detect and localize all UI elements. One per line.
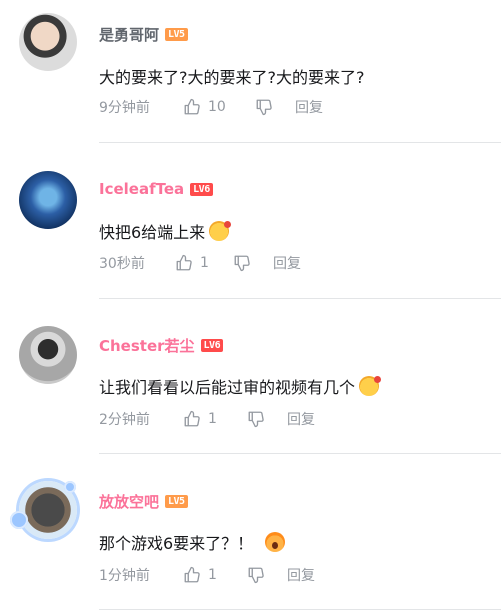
like-button[interactable]: 1 [183, 410, 247, 428]
comment-author[interactable]: 放放空吧 LV5 [99, 491, 188, 512]
username[interactable]: 是勇哥阿 [99, 24, 159, 45]
comment-time: 30秒前 [99, 256, 145, 272]
dislike-button[interactable] [247, 410, 287, 428]
thumbs-down-icon [255, 98, 273, 116]
level-badge: LV5 [165, 28, 188, 41]
reply-button[interactable]: 回复 [273, 253, 301, 273]
username[interactable]: IceleafTea [99, 180, 184, 198]
like-count: 1 [200, 255, 209, 271]
level-badge: LV5 [165, 495, 188, 508]
like-count: 10 [208, 99, 226, 115]
comment-meta: 2分钟前 1 回复 [99, 409, 315, 429]
comment-text: 那个游戏6要来了？！ [99, 530, 286, 554]
like-button[interactable]: 1 [183, 566, 247, 584]
shocked-emoji-icon [265, 532, 286, 552]
avatar[interactable] [19, 326, 77, 384]
thumbs-up-icon [183, 566, 201, 584]
like-button[interactable]: 10 [183, 98, 255, 116]
comment-text: 快把6给端上来 [99, 219, 232, 243]
comment-author[interactable]: IceleafTea LV6 [99, 180, 213, 198]
avatar-frame-decoration [10, 511, 28, 529]
comment-meta: 30秒前 1 回复 [99, 253, 301, 273]
like-button[interactable]: 1 [175, 254, 233, 272]
comment-meta: 9分钟前 10 回复 [99, 97, 323, 117]
level-badge: LV6 [190, 182, 213, 196]
dislike-button[interactable] [233, 254, 273, 272]
reply-button[interactable]: 回复 [295, 97, 323, 117]
divider [99, 453, 501, 454]
thumbs-down-icon [233, 254, 251, 272]
comment-text-content: 那个游戏6要来了？！ [99, 534, 254, 553]
comment-author[interactable]: Chester若尘 LV6 [99, 335, 224, 356]
comment-text: 让我们看看以后能过审的视频有几个 [99, 374, 382, 398]
thumbs-up-icon [183, 410, 201, 428]
thumbs-down-icon [247, 410, 265, 428]
comment-item: 是勇哥阿 LV5 大的要来了?大的要来了?大的要来了? 9分钟前 10 回复 [0, 0, 501, 143]
divider [99, 609, 501, 610]
comment-time: 9分钟前 [99, 100, 150, 116]
level-badge: LV6 [200, 339, 224, 352]
reply-button[interactable]: 回复 [287, 409, 315, 429]
comment-meta: 1分钟前 1 回复 [99, 565, 315, 585]
emoji-icon [359, 376, 382, 396]
dislike-button[interactable] [247, 566, 287, 584]
comment-text: 大的要来了?大的要来了?大的要来了? [99, 64, 364, 88]
avatar-frame-decoration [64, 481, 76, 493]
thumbs-up-icon [175, 254, 193, 272]
avatar[interactable] [19, 171, 77, 229]
like-count: 1 [208, 411, 217, 427]
comment-text-content: 快把6给端上来 [99, 223, 206, 242]
like-count: 1 [208, 567, 217, 583]
comment-author[interactable]: 是勇哥阿 LV5 [99, 24, 188, 45]
emoji-icon [209, 221, 232, 241]
thumbs-down-icon [247, 566, 265, 584]
comment-time: 2分钟前 [99, 412, 150, 428]
thumbs-up-icon [183, 98, 201, 116]
username[interactable]: 放放空吧 [99, 491, 159, 512]
reply-button[interactable]: 回复 [287, 565, 315, 585]
comment-item: IceleafTea LV6 快把6给端上来 30秒前 1 回复 [0, 143, 501, 299]
comment-text-content: 大的要来了?大的要来了?大的要来了? [99, 68, 365, 87]
username[interactable]: Chester若尘 [99, 335, 195, 356]
avatar[interactable] [19, 13, 77, 71]
comment-item: Chester若尘 LV6 让我们看看以后能过审的视频有几个 2分钟前 1 回复 [0, 299, 501, 454]
comment-text-content: 让我们看看以后能过审的视频有几个 [99, 378, 356, 397]
comment-time: 1分钟前 [99, 568, 150, 584]
dislike-button[interactable] [255, 98, 295, 116]
comment-item: 放放空吧 LV5 那个游戏6要来了？！ 1分钟前 1 回复 [0, 455, 501, 616]
